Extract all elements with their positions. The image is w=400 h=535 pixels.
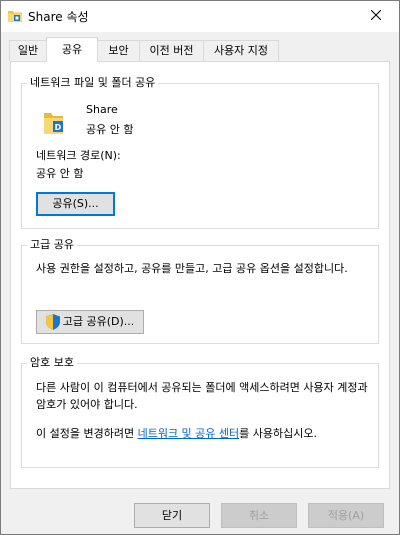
tab-customize[interactable]: 사용자 지정 <box>203 40 279 61</box>
instruction-suffix: 를 사용하십시오. <box>239 427 317 440</box>
network-share-title: 네트워크 파일 및 폴더 공유 <box>27 76 159 90</box>
tab-previous-versions[interactable]: 이전 버전 <box>139 40 204 61</box>
uac-shield-icon <box>45 314 60 330</box>
folder-share-status: 공유 안 함 <box>86 123 134 136</box>
password-protection-group: 암호 보호 다른 사람이 이 컴퓨터에서 공유되는 폴더에 액세스하려면 사용자… <box>21 356 379 468</box>
network-path-value: 공유 안 함 <box>36 167 84 180</box>
advanced-share-title: 고급 공유 <box>27 238 77 252</box>
dialog-footer: 닫기 취소 적용(A) <box>1 489 399 534</box>
tab-sharing[interactable]: 공유 <box>46 37 98 62</box>
advanced-share-button[interactable]: 고급 공유(D)... <box>36 310 144 334</box>
instruction-prefix: 이 설정을 변경하려면 <box>36 427 138 440</box>
close-icon <box>370 9 382 23</box>
tab-security[interactable]: 보안 <box>97 40 140 61</box>
password-protection-title: 암호 보호 <box>27 356 77 370</box>
shared-folder-icon: D <box>43 110 65 139</box>
share-button[interactable]: 공유(S)... <box>36 192 115 216</box>
cancel-button[interactable]: 취소 <box>221 503 297 528</box>
network-sharing-center-link[interactable]: 네트워크 및 공유 센터 <box>138 427 240 440</box>
close-window-button[interactable] <box>353 1 399 32</box>
network-path-label: 네트워크 경로(N): <box>36 149 121 162</box>
close-button[interactable]: 닫기 <box>134 503 210 528</box>
window-title: Share 속성 <box>28 10 89 24</box>
sharing-panel: 네트워크 파일 및 폴더 공유 D Share 공유 안 함 네트워크 경로(N… <box>10 61 390 489</box>
tab-general[interactable]: 일반 <box>9 40 47 61</box>
password-protection-description: 다른 사람이 이 컴퓨터에서 공유되는 폴더에 액세스하려면 사용자 계정과 암… <box>36 381 368 411</box>
properties-window: Share 속성 일반 공유 보안 이전 버전 사용자 지정 네트워크 파일 및… <box>0 0 400 535</box>
network-share-group: 네트워크 파일 및 폴더 공유 D Share 공유 안 함 네트워크 경로(N… <box>21 76 379 229</box>
advanced-share-group: 고급 공유 사용 권한을 설정하고, 공유를 만들고, 고급 공유 옵션을 설정… <box>21 238 379 344</box>
advanced-share-button-label: 고급 공유(D)... <box>62 315 135 328</box>
advanced-share-description: 사용 권한을 설정하고, 공유를 만들고, 고급 공유 옵션을 설정합니다. <box>36 262 348 275</box>
tab-strip: 일반 공유 보안 이전 버전 사용자 지정 <box>1 32 399 62</box>
password-instruction: 이 설정을 변경하려면 네트워크 및 공유 센터를 사용하십시오. <box>36 427 317 441</box>
apply-button[interactable]: 적용(A) <box>308 503 384 528</box>
folder-name: Share <box>86 103 118 116</box>
svg-text:D: D <box>55 123 62 132</box>
title-bar: Share 속성 <box>1 1 399 32</box>
folder-icon <box>8 10 22 22</box>
